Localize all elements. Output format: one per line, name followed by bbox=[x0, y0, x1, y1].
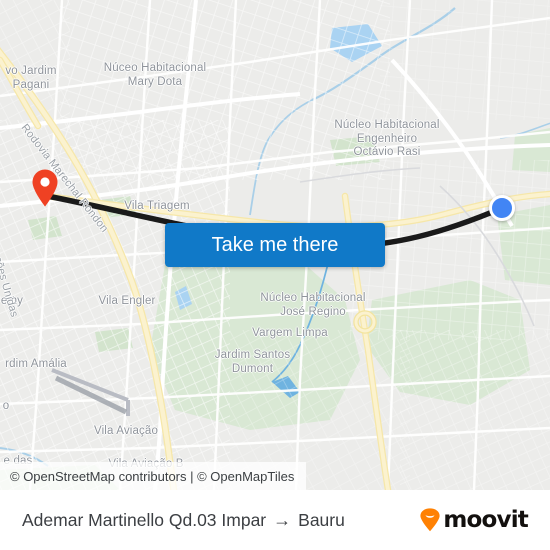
trip-destination-label: Bauru bbox=[298, 509, 345, 530]
arrow-right-icon: → bbox=[273, 510, 292, 530]
moovit-wordmark: moovit bbox=[443, 506, 528, 533]
attribution-text: © OpenStreetMap contributors | © OpenMap… bbox=[10, 468, 295, 484]
origin-pin-marker[interactable] bbox=[31, 169, 59, 207]
trip-summary: Ademar Martinello Qd.03 Impar → Bauru bbox=[22, 510, 345, 531]
map-attribution[interactable]: © OpenStreetMap contributors | © OpenMap… bbox=[0, 462, 307, 490]
trip-origin-label: Ademar Martinello Qd.03 Impar bbox=[22, 509, 267, 530]
footer-bar: Ademar Martinello Qd.03 Impar → Bauru mo… bbox=[0, 490, 550, 550]
moovit-logo[interactable]: moovit bbox=[419, 506, 529, 533]
take-me-there-button[interactable]: Take me there bbox=[165, 223, 385, 267]
destination-dot-marker[interactable] bbox=[489, 195, 515, 221]
moovit-trip-map-card: Núceo Habitacional Mary Dota vo Jardim P… bbox=[0, 0, 550, 550]
map-pin-icon bbox=[32, 169, 58, 207]
moovit-pin-icon bbox=[420, 508, 440, 532]
map-canvas[interactable]: Núceo Habitacional Mary Dota vo Jardim P… bbox=[0, 0, 550, 490]
